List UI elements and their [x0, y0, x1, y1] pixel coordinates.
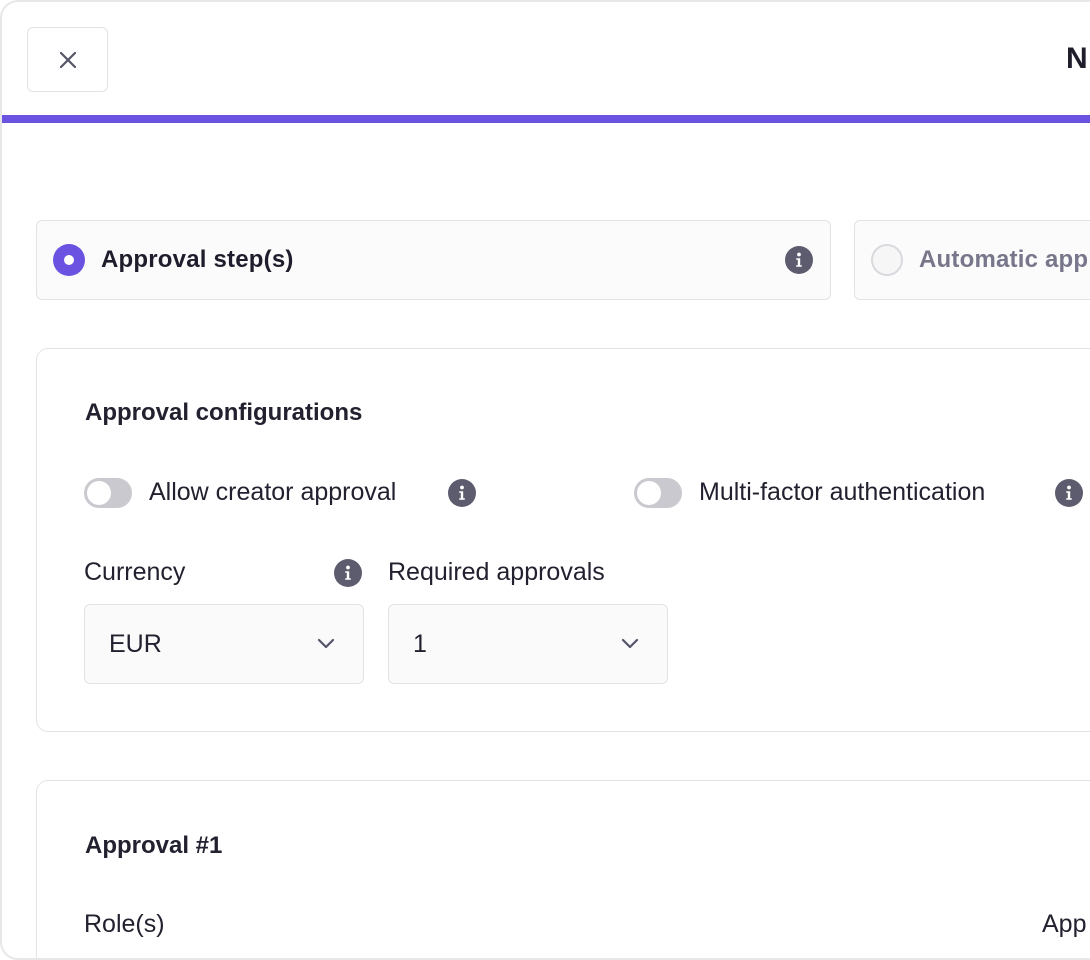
- multi-factor-authentication-toggle[interactable]: [634, 478, 682, 508]
- page-title: N: [1066, 42, 1088, 75]
- progress-bar: [2, 115, 1090, 123]
- currency-select[interactable]: EUR: [84, 604, 364, 684]
- approval-steps-radio[interactable]: [53, 244, 85, 276]
- modal-frame: N Approval step(s) Automatic app Approva…: [0, 0, 1090, 960]
- approval-steps-option[interactable]: Approval step(s): [36, 220, 831, 300]
- allow-creator-approval-toggle[interactable]: [84, 478, 132, 508]
- roles-label: Role(s): [84, 910, 165, 938]
- approval-step-title: Approval #1: [85, 832, 223, 859]
- multi-factor-authentication-label: Multi-factor authentication: [699, 478, 986, 506]
- approvers-label: App: [1042, 910, 1087, 938]
- close-button[interactable]: [27, 27, 108, 92]
- currency-value: EUR: [109, 629, 162, 658]
- chevron-down-icon: [621, 638, 639, 650]
- required-approvals-value: 1: [413, 629, 427, 658]
- automatic-approval-option[interactable]: Automatic app: [854, 220, 1090, 300]
- required-approvals-label: Required approvals: [388, 558, 605, 586]
- automatic-approval-radio[interactable]: [871, 244, 903, 276]
- section-title: Approval configurations: [85, 399, 363, 426]
- info-icon[interactable]: [448, 479, 476, 507]
- chevron-down-icon: [317, 638, 335, 650]
- info-icon[interactable]: [334, 559, 362, 587]
- approval-steps-label: Approval step(s): [101, 246, 294, 273]
- close-icon: [59, 51, 76, 68]
- info-icon[interactable]: [1055, 479, 1083, 507]
- info-icon[interactable]: [785, 246, 813, 274]
- approval-step-section: Approval #1 Role(s) App: [36, 780, 1090, 958]
- required-approvals-select[interactable]: 1: [388, 604, 668, 684]
- currency-label: Currency: [84, 558, 186, 586]
- approval-configurations-section: Approval configurations Allow creator ap…: [36, 348, 1090, 732]
- automatic-approval-label: Automatic app: [919, 246, 1089, 273]
- allow-creator-approval-label: Allow creator approval: [149, 478, 397, 506]
